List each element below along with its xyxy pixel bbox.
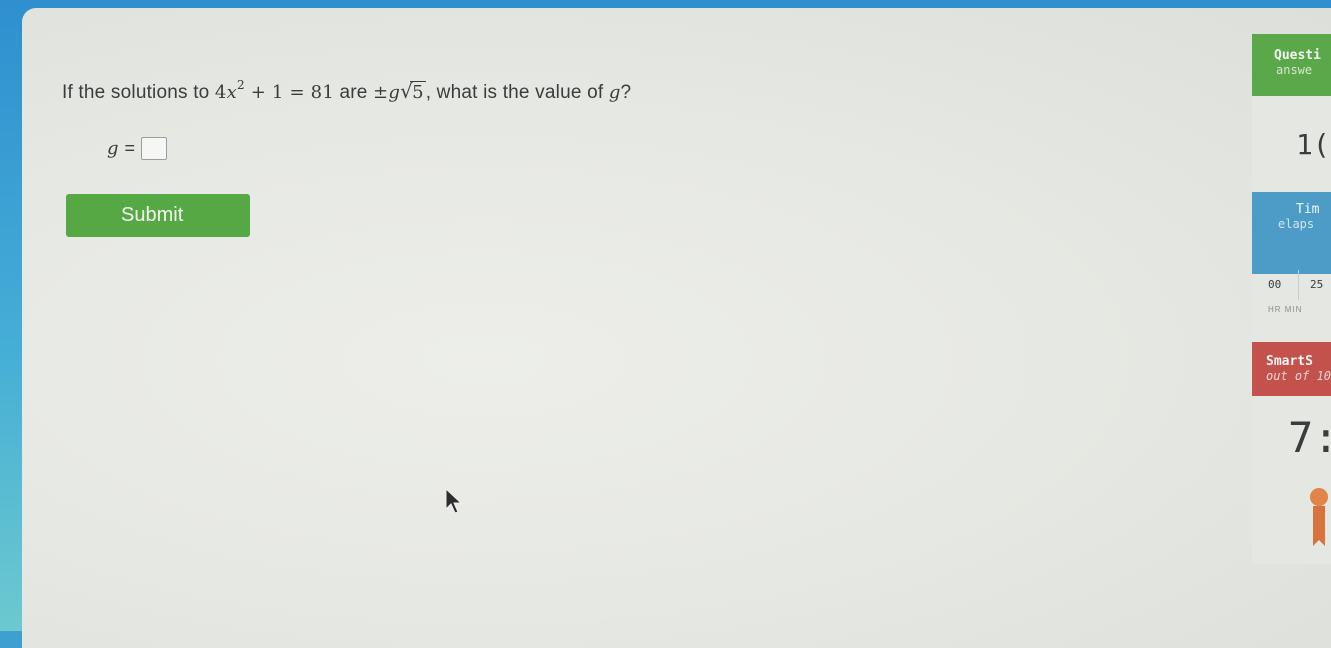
time-elapsed-header: Tim elaps bbox=[1252, 192, 1331, 274]
equation-exponent: 2 bbox=[236, 78, 245, 92]
plus-minus-sign: ± bbox=[373, 82, 389, 103]
solution-expression: ±g √ 5 bbox=[373, 79, 426, 103]
question-suffix: , what is the value of bbox=[425, 82, 609, 103]
equation-variable-x: x bbox=[226, 82, 237, 103]
smartscore-title: SmartS bbox=[1266, 354, 1313, 369]
time-title: Tim bbox=[1296, 202, 1320, 217]
stats-sidebar: Questi answe Tim elaps SmartS out of 10 bbox=[1252, 34, 1331, 564]
mouse-pointer-icon bbox=[445, 488, 463, 514]
submit-button[interactable]: Submit bbox=[66, 194, 250, 237]
questions-subtitle: answe bbox=[1276, 63, 1313, 77]
time-hours: 00 bbox=[1268, 278, 1282, 291]
equation-rest: + 1 = 81 bbox=[244, 82, 334, 103]
time-divider bbox=[1298, 270, 1299, 300]
questions-answered-value: 1( bbox=[1296, 128, 1330, 161]
questions-title: Questi bbox=[1274, 48, 1321, 63]
solution-variable-g: g bbox=[388, 82, 401, 103]
answer-label: g bbox=[107, 138, 119, 159]
practice-page bbox=[22, 8, 1331, 648]
question-middle: are bbox=[334, 82, 374, 103]
time-subtitle: elaps bbox=[1278, 217, 1315, 231]
radical-icon: √ bbox=[400, 79, 414, 103]
square-root: √ 5 bbox=[400, 79, 426, 103]
question-text: If the solutions to 4x2 + 1 = 81 are ±g √… bbox=[62, 78, 632, 104]
answer-row: g = bbox=[107, 137, 168, 160]
time-minutes: 25 bbox=[1310, 278, 1324, 291]
question-prefix: If the solutions to bbox=[62, 82, 215, 103]
question-ask-variable: g bbox=[608, 82, 621, 103]
time-units: HR MIN bbox=[1268, 305, 1303, 314]
time-elapsed-values: 00 25 bbox=[1268, 278, 1323, 291]
award-ribbon-icon bbox=[1310, 488, 1328, 546]
smartscore-subtitle: out of 10 bbox=[1266, 369, 1331, 383]
screen-frame: If the solutions to 4x2 + 1 = 81 are ±g √… bbox=[0, 0, 1331, 648]
answer-equals: = bbox=[124, 138, 136, 158]
answer-input[interactable] bbox=[141, 137, 168, 160]
questions-answered-header: Questi answe bbox=[1252, 34, 1331, 96]
equation: 4x2 + 1 = 81 bbox=[214, 78, 334, 103]
question-mark: ? bbox=[620, 82, 632, 103]
equation-coefficient: 4 bbox=[214, 82, 227, 103]
smartscore-value: 7: bbox=[1288, 413, 1331, 462]
smartscore-header: SmartS out of 10 bbox=[1252, 342, 1331, 396]
